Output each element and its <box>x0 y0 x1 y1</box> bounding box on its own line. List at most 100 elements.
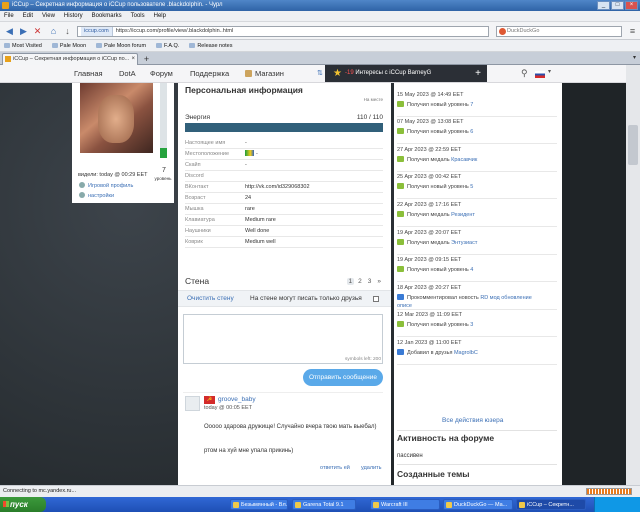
vk-link[interactable]: http://vk.com/id329068302 <box>245 182 310 193</box>
menu-view[interactable]: View <box>42 11 55 21</box>
tab-list-icon[interactable]: ▾ <box>633 54 636 61</box>
all-actions-link[interactable]: Все действия юзера <box>442 417 503 424</box>
tab-close-icon[interactable]: × <box>131 54 135 65</box>
settings-link[interactable]: настройки <box>79 192 114 199</box>
url-bar[interactable]: iccup.com https://iccup.com/profile/view/… <box>77 26 489 37</box>
feed-highlight[interactable]: MagrolbC <box>454 350 478 356</box>
feed-highlight[interactable]: Резидент <box>451 212 475 218</box>
feed-date: 18 Apr 2023 @ 20:27 EET <box>397 285 462 291</box>
post-avatar[interactable] <box>185 396 200 411</box>
post-text: ртом на хуй мне упала прикинь) <box>204 448 294 454</box>
taskbar-item-active[interactable]: iCCup – Секретн... <box>516 499 586 510</box>
scroll-arrows-icon[interactable]: ⇅ <box>317 65 323 82</box>
energy-value: 110 / 110 <box>356 114 383 121</box>
feed-text-line: Добавил в друзья MagrolbC <box>397 349 478 357</box>
taskbar-item[interactable]: Warcraft III <box>370 499 440 510</box>
bookmark-most-visited[interactable]: Most Visited <box>4 40 42 51</box>
tab-title: iCCup – Секретная информация о iCCup по.… <box>13 56 130 62</box>
taskbar-item[interactable]: DuckDuckGo — Ма... <box>443 499 513 510</box>
language-flag-icon[interactable] <box>535 71 545 78</box>
bookmark-pale-moon-forum[interactable]: Pale Moon forum <box>96 40 146 51</box>
bookmark-faq[interactable]: F.A.Q. <box>156 40 179 51</box>
stop-icon[interactable]: ✕ <box>31 25 44 37</box>
nav-shop[interactable]: Магазин <box>245 65 284 83</box>
menu-history[interactable]: History <box>64 11 83 21</box>
site-identity[interactable]: iccup.com <box>81 27 113 36</box>
feed-text: Получил новый уровень <box>407 267 469 273</box>
banner-prefix: -19 <box>345 70 354 76</box>
settings-label: настройки <box>88 193 115 199</box>
game-profile-label: Игровой профиль <box>88 183 134 189</box>
feed-highlight[interactable]: Энтузиаст <box>451 240 477 246</box>
page-2[interactable]: 2 <box>356 278 364 285</box>
search-icon[interactable]: ⚲ <box>521 68 528 79</box>
scrollbar-thumb[interactable] <box>628 125 638 165</box>
close-window-button[interactable]: × <box>625 1 638 10</box>
nav-forum[interactable]: Форум <box>150 65 173 83</box>
menu-icon[interactable]: ≡ <box>626 25 639 37</box>
home-icon[interactable]: ⌂ <box>47 25 60 37</box>
chevron-down-icon[interactable]: ▾ <box>548 68 551 75</box>
nav-support[interactable]: Поддержка <box>190 65 229 83</box>
menu-help[interactable]: Help <box>154 11 166 21</box>
nav-home[interactable]: Главная <box>74 65 103 83</box>
info-key: Наушники <box>185 228 211 234</box>
info-row: Discord <box>185 171 383 182</box>
delete-link[interactable]: удалить <box>361 465 382 471</box>
scrollbar[interactable] <box>626 65 640 485</box>
info-row: Возраст 24 <box>185 193 383 204</box>
nav-dota[interactable]: DotA <box>119 65 136 83</box>
info-value: rare <box>245 206 255 212</box>
info-key: Коврик <box>185 239 203 245</box>
search-input[interactable]: DuckDuckGo <box>496 26 622 37</box>
taskbar-item[interactable]: Garena Total 9.1 <box>292 499 356 510</box>
page-1[interactable]: 1 <box>346 278 355 285</box>
bookmark-release-notes[interactable]: Release notes <box>189 40 232 51</box>
feed-date: 22 Apr 2023 @ 17:16 EET <box>397 202 462 208</box>
clear-wall-link[interactable]: Очистить стену <box>187 295 234 302</box>
status-text: Connecting to mc.yandex.ru... <box>3 488 77 494</box>
menu-tools[interactable]: Tools <box>131 11 145 21</box>
wall-message-input[interactable]: symbols left: 200 <box>183 314 383 364</box>
menu-edit[interactable]: Edit <box>23 11 33 21</box>
page-3[interactable]: 3 <box>366 278 374 285</box>
reply-link[interactable]: ответить ей <box>320 465 350 471</box>
feed-date: 12 Mar 2023 @ 11:09 EET <box>397 312 463 318</box>
page-next[interactable]: » <box>375 278 383 285</box>
game-profile-link[interactable]: Игровой профиль <box>79 182 133 189</box>
feed-highlight-cont[interactable]: описе <box>397 303 412 309</box>
notification-banner[interactable]: ⇅ ★ -19 Интересы с iCCup BarneyG + <box>317 65 487 82</box>
feed-text-line: Получил новый уровень 3 <box>397 321 473 329</box>
section-title: Персональная информация <box>185 85 303 95</box>
feed-highlight[interactable]: RD мод обновление <box>480 295 531 301</box>
info-key: Настоящее имя <box>185 140 226 146</box>
level-up-icon <box>397 266 404 272</box>
feed-text-line: Получил новый уровень 5 <box>397 183 473 191</box>
post-author-link[interactable]: groove_baby <box>218 396 256 403</box>
level-up-icon <box>397 239 404 245</box>
menu-bookmarks[interactable]: Bookmarks <box>92 11 122 21</box>
taskbar-item[interactable]: Безымянный - Вл... <box>230 499 288 510</box>
start-button[interactable]: пуск <box>0 497 46 512</box>
downloads-icon[interactable]: ↓ <box>61 25 74 37</box>
bookmark-pale-moon[interactable]: Pale Moon <box>52 40 86 51</box>
info-row: Местоположение - <box>185 149 383 160</box>
back-icon[interactable]: ◀ <box>3 25 16 37</box>
info-value: Medium well <box>245 239 276 245</box>
tab-favicon-icon <box>5 56 11 62</box>
shop-icon <box>245 70 252 77</box>
feed-text-line: Прокомментировал новость RD мод обновлен… <box>397 294 532 310</box>
new-tab-button[interactable]: + <box>141 54 152 64</box>
forward-icon[interactable]: ▶ <box>17 25 30 37</box>
feed-highlight[interactable]: Красавчик <box>451 157 477 163</box>
search-placeholder: DuckDuckGo <box>507 28 540 34</box>
minimize-button[interactable]: _ <box>597 1 610 10</box>
menu-file[interactable]: File <box>4 11 14 21</box>
friends-only-checkbox[interactable] <box>373 296 379 302</box>
divider <box>183 392 383 393</box>
tab-active[interactable]: iCCup – Секретная информация о iCCup по.… <box>2 53 138 65</box>
send-message-button[interactable]: Отправить сообщение <box>303 369 383 386</box>
plus-icon[interactable]: + <box>475 65 481 82</box>
maximize-button[interactable]: □ <box>611 1 624 10</box>
info-key: Скайп <box>185 162 201 168</box>
